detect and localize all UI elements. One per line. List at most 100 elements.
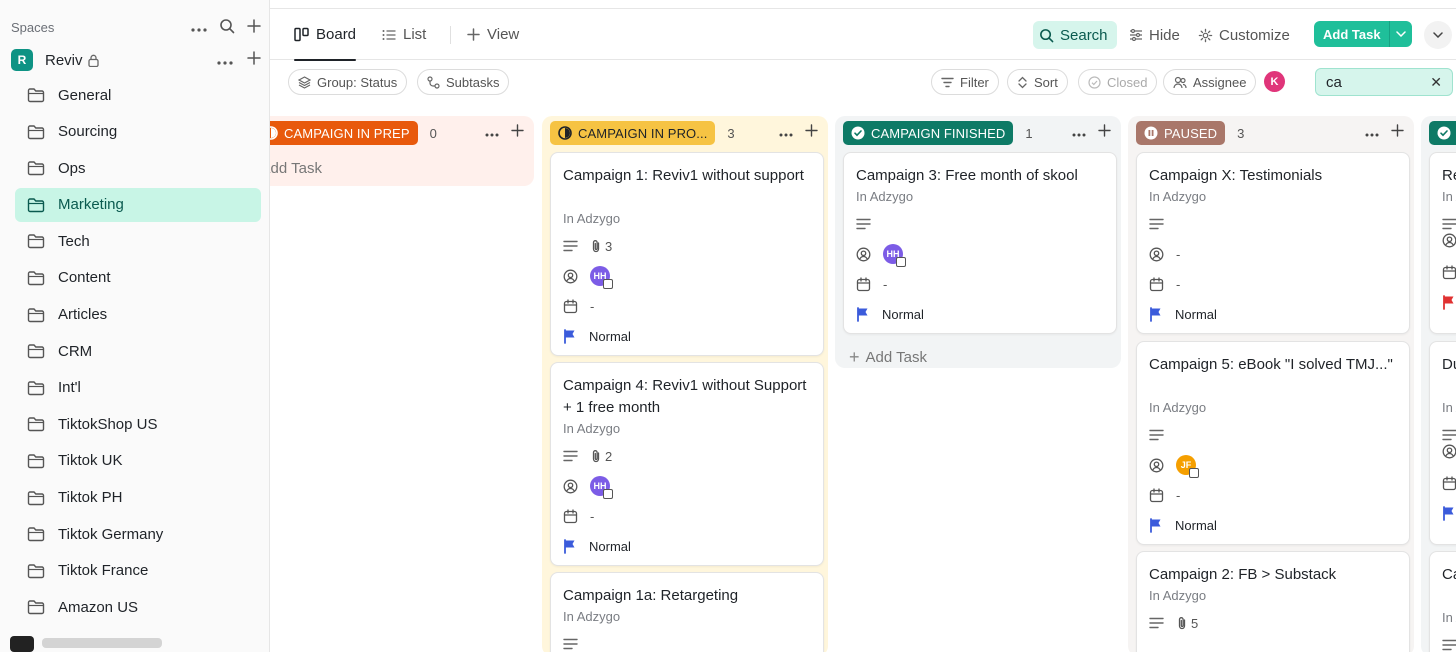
user-avatar[interactable]: K — [1264, 71, 1285, 92]
task-card[interactable]: Campaign 1a: Retargeting In Adzygo — [550, 572, 824, 652]
space-more-icon[interactable] — [217, 52, 233, 69]
folder-label: Ops — [58, 159, 86, 177]
priority-row[interactable]: Normal — [563, 537, 631, 555]
sidebar-folder-tiktok-uk[interactable]: Tiktok UK — [15, 444, 261, 478]
add-task-button[interactable]: +Add Task — [270, 157, 322, 179]
sidebar-folder-crm[interactable]: CRM — [15, 334, 261, 368]
column-add-icon[interactable] — [1391, 124, 1404, 142]
sidebar-folder-articles[interactable]: Articles — [15, 298, 261, 332]
task-title[interactable]: Campaign X: Testimonials — [1149, 165, 1399, 187]
assignee-row[interactable]: HH — [563, 266, 613, 289]
priority-row[interactable]: Normal — [1149, 516, 1217, 534]
tab-board[interactable]: Board — [294, 9, 357, 61]
sidebar-folder-tech[interactable]: Tech — [15, 224, 261, 258]
sidebar-folder-marketing[interactable]: Marketing — [15, 187, 261, 222]
assignee-row[interactable]: HH — [856, 244, 906, 267]
sidebar-folder-general[interactable]: General — [15, 78, 261, 112]
due-date-row[interactable]: - — [1149, 486, 1180, 504]
task-card[interactable]: Ca Su In A — [1429, 551, 1456, 652]
task-title[interactable]: Campaign 3: Free month of skool — [856, 165, 1106, 187]
assignee-avatar[interactable]: JF — [1176, 455, 1199, 478]
workspace-avatar[interactable] — [10, 636, 34, 652]
add-view-button[interactable]: View — [467, 9, 519, 60]
add-task-button[interactable]: +Add Task — [849, 346, 927, 368]
group-by-chip[interactable]: Group: Status — [288, 69, 408, 95]
priority-row[interactable]: Normal — [563, 327, 631, 345]
priority-row[interactable]: Normal — [1149, 305, 1217, 323]
assignee-row[interactable]: HH — [563, 476, 613, 499]
task-title[interactable]: Campaign 4: Reviv1 without Support + 1 f… — [563, 375, 813, 419]
column-more-icon[interactable] — [1072, 124, 1086, 142]
chevron-down-icon[interactable] — [1389, 21, 1412, 47]
column-more-icon[interactable] — [1365, 124, 1379, 142]
due-date-row[interactable]: - — [563, 297, 594, 315]
task-card[interactable]: Campaign 2: FB > Substack In Adzygo 5 — [1136, 551, 1410, 652]
search-icon[interactable] — [219, 18, 235, 37]
sidebar-folder-ops[interactable]: Ops — [15, 151, 261, 185]
status-badge[interactable] — [1429, 121, 1456, 145]
due-date-row[interactable]: - — [1149, 275, 1180, 293]
task-title[interactable]: Campaign 2: FB > Substack — [1149, 564, 1399, 586]
more-icon[interactable] — [191, 20, 207, 35]
add-task-button[interactable]: Add Task — [1314, 21, 1412, 47]
more-options-button[interactable] — [1424, 21, 1452, 49]
task-card[interactable]: Campaign 5: eBook "I solved TMJ..." In Ad… — [1136, 341, 1410, 545]
task-card[interactable]: Du Co In A — [1429, 341, 1456, 545]
sidebar-folder-int-l[interactable]: Int'l — [15, 371, 261, 405]
space-add-icon[interactable] — [247, 51, 261, 69]
status-label: PAUSED — [1164, 125, 1218, 141]
task-title[interactable]: Ca Su — [1442, 564, 1456, 586]
task-title[interactable]: Campaign 1a: Retargeting — [563, 585, 813, 607]
subtasks-chip[interactable]: Subtasks — [417, 69, 510, 95]
search-button[interactable]: Search — [1033, 21, 1117, 49]
customize-label: Customize — [1219, 26, 1290, 44]
space-reviv[interactable]: R Reviv — [11, 48, 261, 72]
assignee-chip[interactable]: Assignee — [1163, 69, 1257, 95]
column-more-icon[interactable] — [485, 124, 499, 142]
due-date-row[interactable]: - — [856, 275, 887, 293]
column-add-icon[interactable] — [511, 124, 524, 142]
task-title[interactable]: Re — [1442, 165, 1456, 187]
sidebar-folder-tiktok-ph[interactable]: Tiktok PH — [15, 481, 261, 515]
status-badge[interactable]: CAMPAIGN FINISHED — [843, 121, 1014, 145]
priority-row[interactable]: Normal — [856, 305, 924, 323]
plus-icon[interactable] — [247, 18, 261, 36]
tab-list[interactable]: List — [382, 9, 426, 60]
sidebar-folder-content[interactable]: Content — [15, 261, 261, 295]
board-search-input[interactable] — [1326, 73, 1426, 91]
board-search-field[interactable]: ✕ — [1315, 68, 1453, 96]
task-card[interactable]: Campaign X: Testimonials In Adzygo - - Norma… — [1136, 152, 1410, 334]
closed-chip[interactable]: Closed — [1078, 69, 1158, 95]
assignee-row[interactable]: - — [1149, 245, 1180, 263]
sidebar-folder-tiktok-france[interactable]: Tiktok France — [15, 554, 261, 588]
sidebar-folder-tiktokshop-us[interactable]: TiktokShop US — [15, 407, 261, 441]
status-badge[interactable]: CAMPAIGN IN PREP — [270, 121, 418, 145]
customize-button[interactable]: Customize — [1192, 21, 1296, 49]
task-card[interactable]: Re In A — [1429, 152, 1456, 334]
column-actions — [1072, 116, 1111, 150]
sidebar-folder-amazon-us[interactable]: Amazon US — [15, 590, 261, 624]
due-date-row[interactable]: - — [563, 507, 594, 525]
folder-icon — [27, 160, 45, 176]
task-card[interactable]: Campaign 4: Reviv1 without Support + 1 f… — [550, 362, 824, 566]
task-title[interactable]: Du Co — [1442, 354, 1456, 376]
clear-search-icon[interactable]: ✕ — [1430, 74, 1442, 91]
task-card[interactable]: Campaign 3: Free month of skool In Adzygo… — [843, 152, 1117, 334]
task-title[interactable]: Campaign 1: Reviv1 without support — [563, 165, 813, 187]
assignee-avatar[interactable]: HH — [883, 244, 906, 267]
hide-button[interactable]: Hide — [1123, 21, 1186, 49]
filter-chip[interactable]: Filter — [931, 69, 999, 95]
status-badge[interactable]: CAMPAIGN IN PRO... — [550, 121, 716, 145]
sidebar-folder-tiktok-germany[interactable]: Tiktok Germany — [15, 517, 261, 551]
assignee-avatar[interactable]: HH — [590, 266, 613, 289]
task-title[interactable]: Campaign 5: eBook "I solved TMJ..." — [1149, 354, 1399, 376]
task-card[interactable]: Campaign 1: Reviv1 without support In Adz… — [550, 152, 824, 356]
column-add-icon[interactable] — [805, 124, 818, 142]
assignee-row[interactable]: JF — [1149, 455, 1199, 478]
column-add-icon[interactable] — [1098, 124, 1111, 142]
column-more-icon[interactable] — [779, 124, 793, 142]
sidebar-folder-sourcing[interactable]: Sourcing — [15, 115, 261, 149]
assignee-avatar[interactable]: HH — [590, 476, 613, 499]
sort-chip[interactable]: Sort — [1007, 69, 1068, 95]
status-badge[interactable]: PAUSED — [1136, 121, 1226, 145]
